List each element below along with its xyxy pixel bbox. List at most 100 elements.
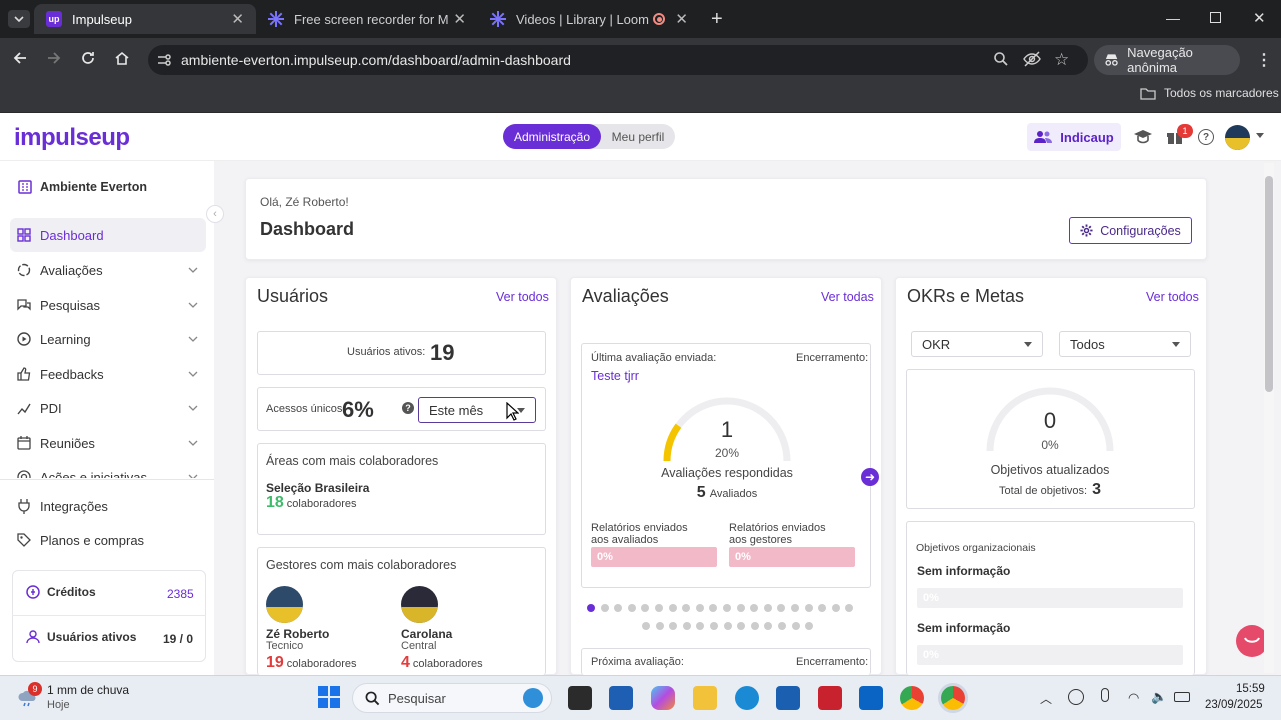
carousel-dot[interactable] xyxy=(709,604,718,612)
active-users-row[interactable]: Usuários ativos xyxy=(26,630,136,644)
carousel-dot[interactable] xyxy=(804,604,813,612)
toggle-profile-button[interactable]: Meu perfil xyxy=(603,124,673,149)
carousel-dot[interactable] xyxy=(682,622,691,630)
carousel-dot[interactable] xyxy=(737,622,746,630)
network-off-icon[interactable] xyxy=(1068,689,1084,705)
carousel-dot[interactable] xyxy=(736,604,745,612)
sidebar-item-pesquisas[interactable]: Pesquisas xyxy=(0,288,214,322)
reload-icon[interactable] xyxy=(80,50,96,66)
evaluations-see-all-link[interactable]: Ver todas xyxy=(821,290,874,304)
battery-icon[interactable] xyxy=(1174,692,1190,702)
minimize-icon[interactable]: — xyxy=(1166,10,1180,26)
carousel-dot[interactable] xyxy=(587,604,595,612)
window-close-icon[interactable]: ✕ xyxy=(1253,9,1266,27)
forward-arrow-icon[interactable] xyxy=(46,50,62,66)
carousel-dot[interactable] xyxy=(655,622,664,630)
site-info-icon[interactable] xyxy=(156,52,172,68)
okrs-see-all-link[interactable]: Ver todos xyxy=(1146,290,1199,304)
sidebar-item-feedbacks[interactable]: Feedbacks xyxy=(0,357,214,391)
sidebar-item-planos[interactable]: Planos e compras xyxy=(0,523,214,557)
avatar[interactable] xyxy=(1225,125,1250,150)
menu-dots-icon[interactable]: ⋮ xyxy=(1256,50,1272,70)
maximize-icon[interactable] xyxy=(1210,12,1221,23)
carousel-dot[interactable] xyxy=(818,604,827,612)
carousel-dot[interactable] xyxy=(614,604,623,612)
carousel-dot[interactable] xyxy=(805,622,814,630)
all-bookmarks-button[interactable]: Todos os marcadores xyxy=(1140,86,1279,100)
sidebar-item-pdi[interactable]: PDI xyxy=(0,391,214,425)
avatar[interactable] xyxy=(401,586,438,623)
carousel-dot[interactable] xyxy=(655,604,663,612)
wifi-icon[interactable]: ◠ xyxy=(1128,690,1139,706)
chrome-icon[interactable] xyxy=(900,686,924,710)
help-icon[interactable]: ? xyxy=(1198,129,1214,145)
chevron-up-icon[interactable]: ︿ xyxy=(1040,690,1052,707)
next-arrow-button[interactable]: ➜ xyxy=(861,468,879,486)
carousel-dot[interactable] xyxy=(750,622,759,630)
sidebar-item-acoes[interactable]: Ações e iniciativas xyxy=(0,460,214,478)
workspace-selector[interactable]: Ambiente Everton xyxy=(18,180,147,194)
taskbar-search[interactable]: Pesquisar xyxy=(352,683,552,713)
help-icon[interactable]: ? xyxy=(402,402,414,414)
close-icon[interactable]: ✕ xyxy=(453,10,466,28)
evaluation-name-link[interactable]: Teste tjrr xyxy=(591,369,639,383)
carousel-dot[interactable] xyxy=(710,622,718,630)
task-view-icon[interactable] xyxy=(568,686,592,710)
tab-impulseup[interactable]: up Impulseup ✕ xyxy=(34,4,256,34)
carousel-dot[interactable] xyxy=(641,604,650,612)
carousel-dot[interactable] xyxy=(763,604,772,612)
okr-type-select[interactable]: OKR xyxy=(911,331,1043,357)
carousel-dot[interactable] xyxy=(642,622,650,630)
carousel-dot[interactable] xyxy=(627,604,636,612)
eye-off-icon[interactable] xyxy=(1023,51,1041,67)
clock-time[interactable]: 15:59 xyxy=(1236,683,1265,695)
users-see-all-link[interactable]: Ver todos xyxy=(496,290,549,304)
graduation-cap-icon[interactable] xyxy=(1133,128,1153,144)
store-icon[interactable] xyxy=(609,686,633,710)
carousel-dot[interactable] xyxy=(791,604,799,612)
carousel-dot[interactable] xyxy=(750,604,759,612)
carousel-dot[interactable] xyxy=(669,622,678,630)
mcafee-icon[interactable] xyxy=(818,686,842,710)
carousel-dot[interactable] xyxy=(682,604,691,612)
app-icon[interactable] xyxy=(776,686,800,710)
new-tab-plus-icon[interactable]: + xyxy=(711,8,723,31)
collapse-sidebar-button[interactable]: ‹ xyxy=(206,205,224,223)
tab-loom-library[interactable]: Videos | Library | Loom ✕ xyxy=(478,4,700,34)
avatar[interactable] xyxy=(266,586,303,623)
close-icon[interactable]: ✕ xyxy=(675,10,688,28)
incognito-badge[interactable]: Navegação anônima xyxy=(1094,45,1240,75)
outlook-icon[interactable] xyxy=(859,686,883,710)
url-text[interactable]: ambiente-everton.impulseup.com/dashboard… xyxy=(181,52,571,68)
tab-free-screen-recorder[interactable]: Free screen recorder for Mac ar ✕ xyxy=(256,4,478,34)
microphone-icon[interactable] xyxy=(1101,688,1109,702)
carousel-dot[interactable] xyxy=(845,604,854,612)
volume-icon[interactable]: 🔈 xyxy=(1151,689,1167,705)
indicaup-button[interactable]: Indicaup xyxy=(1027,123,1121,151)
scrollbar-thumb[interactable] xyxy=(1265,176,1273,392)
edge-icon[interactable] xyxy=(735,686,759,710)
impulseup-logo[interactable]: impulseup xyxy=(14,124,130,152)
okr-scope-select[interactable]: Todos xyxy=(1059,331,1191,357)
sidebar-item-avaliacoes[interactable]: Avaliações xyxy=(0,253,214,287)
credits-row[interactable]: Créditos xyxy=(26,585,96,599)
carousel-dot[interactable] xyxy=(600,604,609,612)
weather-text[interactable]: 1 mm de chuva xyxy=(47,683,129,697)
zoom-search-icon[interactable] xyxy=(993,51,1009,67)
carousel-dot[interactable] xyxy=(696,622,705,630)
settings-button[interactable]: Configurações xyxy=(1069,217,1192,244)
sidebar-item-reunioes[interactable]: Reuniões xyxy=(0,426,214,460)
carousel-dot[interactable] xyxy=(778,622,786,630)
clock-date[interactable]: 23/09/2025 xyxy=(1205,699,1263,711)
windows-start-icon[interactable] xyxy=(318,686,340,708)
tab-search-button[interactable] xyxy=(8,10,30,28)
chevron-down-icon[interactable] xyxy=(1256,133,1264,139)
carousel-dot[interactable] xyxy=(764,622,773,630)
file-explorer-icon[interactable] xyxy=(693,686,717,710)
carousel-dot[interactable] xyxy=(723,604,731,612)
chrome-incognito-icon[interactable] xyxy=(941,686,965,710)
sidebar-item-integracoes[interactable]: Integrações xyxy=(0,489,214,523)
carousel-dot[interactable] xyxy=(777,604,786,612)
sidebar-item-dashboard[interactable]: Dashboard xyxy=(10,218,206,252)
toggle-admin-button[interactable]: Administração xyxy=(503,124,601,149)
